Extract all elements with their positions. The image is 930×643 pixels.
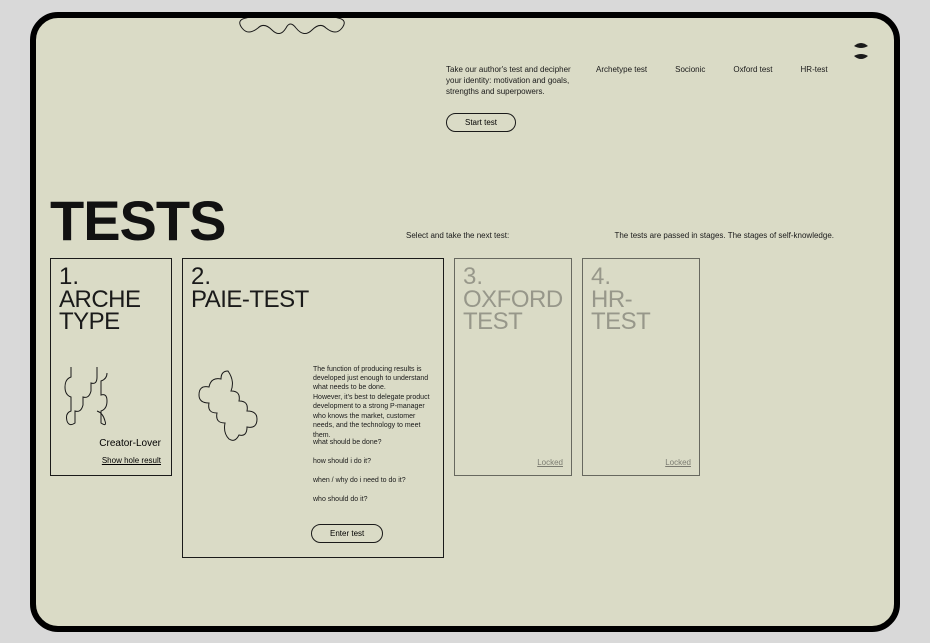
q2: how should i do it? [313,458,435,465]
main-nav: Archetype test Socionic Oxford test HR-t… [596,64,828,98]
decorative-blob-icon [236,12,356,48]
card-title: ARCHE TYPE [51,289,171,335]
card-number: 2. [183,259,443,289]
nav-archetype[interactable]: Archetype test [596,64,647,98]
locked-label: Locked [665,458,691,467]
nav-socionic[interactable]: Socionic [675,64,705,98]
stages-hint: The tests are passed in stages. The stag… [614,231,834,240]
enter-wrap: Enter test [311,523,383,543]
archetype-shape-icon [61,367,117,432]
locked-label: Locked [537,458,563,467]
card-title: PAIE-TEST [183,289,443,312]
intro-text: Take our author's test and decipher your… [446,64,576,98]
card-hr-test: 4. HR-TEST Locked [582,258,700,476]
subheading-row: Select and take the next test: The tests… [406,231,834,240]
paie-description: The function of producing results is dev… [313,365,435,441]
card-title: OXFORD TEST [455,289,571,335]
paie-shape-icon [193,367,263,452]
card-title: HR-TEST [583,289,699,335]
paie-questions: what should be done? how should i do it?… [313,439,435,515]
q3: when / why do i need to do it? [313,477,435,484]
q1: what should be done? [313,439,435,446]
show-hole-result-link[interactable]: Show hole result [102,456,161,465]
select-hint: Select and take the next test: [406,231,509,240]
brand-logo-icon [850,40,872,67]
start-test-button[interactable]: Start test [446,113,516,132]
card-number: 1. [51,259,171,289]
nav-hr[interactable]: HR-test [801,64,828,98]
card-archetype[interactable]: 1. ARCHE TYPE Creator-Lover Show hole re… [50,258,172,476]
card-oxford: 3. OXFORD TEST Locked [454,258,572,476]
q4: who should do it? [313,496,435,503]
card-paie-test[interactable]: 2. PAIE-TEST The function of producing r… [182,258,444,558]
card-number: 3. [455,259,571,289]
header: Take our author's test and decipher your… [446,64,872,98]
nav-oxford[interactable]: Oxford test [733,64,772,98]
archetype-result: Creator-Lover [99,438,161,449]
cards-row: 1. ARCHE TYPE Creator-Lover Show hole re… [50,258,700,558]
card-number: 4. [583,259,699,289]
page-title: TESTS [50,188,225,253]
app-frame: Take our author's test and decipher your… [30,12,900,632]
start-wrap: Start test [446,112,516,132]
enter-test-button[interactable]: Enter test [311,524,383,543]
